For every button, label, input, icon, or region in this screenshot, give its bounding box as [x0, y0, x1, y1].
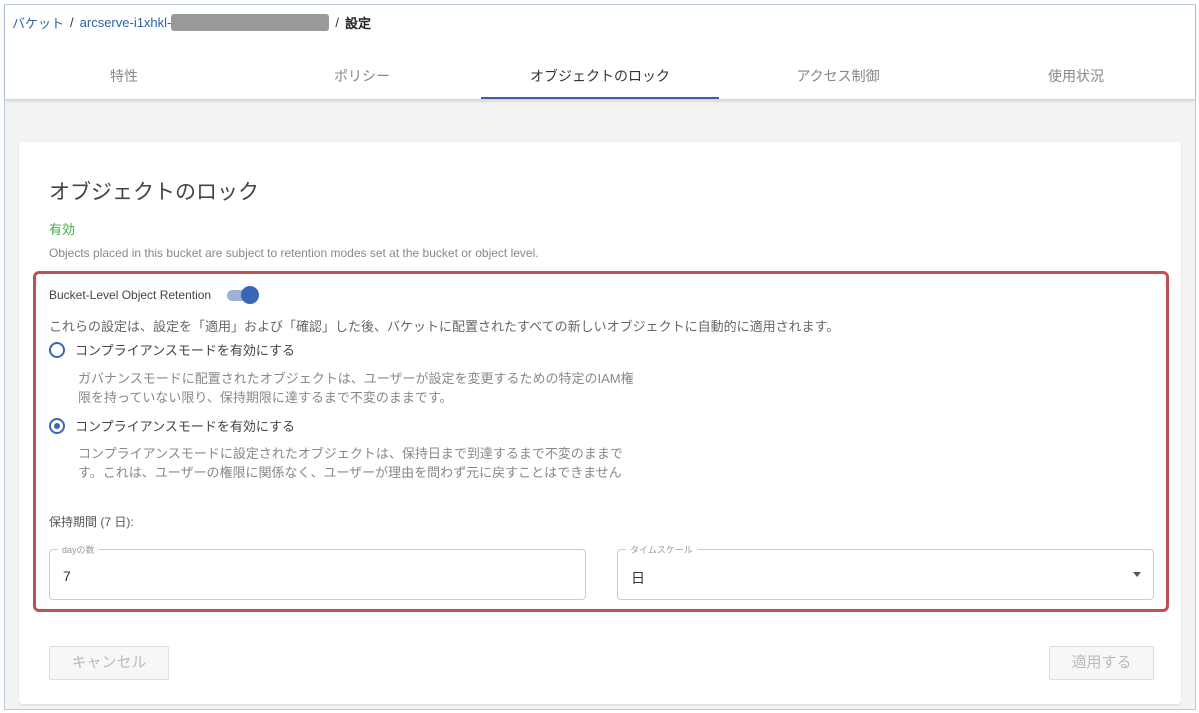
radio-label: コンプライアンスモードを有効にする	[75, 343, 295, 358]
breadcrumb-bucket-link[interactable]: arcserve-i1xhkl-	[80, 15, 172, 30]
tab-bar: 特性 ポリシー オブジェクトのロック アクセス制御 使用状況	[5, 59, 1195, 99]
redacted-bucket-name	[171, 14, 330, 31]
breadcrumb: バケット / arcserve-i1xhkl- / 設定	[12, 13, 371, 32]
page-title: オブジェクトのロック	[49, 181, 259, 204]
governance-mode-radio[interactable]: コンプライアンスモードを有効にする	[49, 340, 295, 359]
retention-label: Bucket-Level Object Retention	[49, 288, 212, 302]
tab-usage[interactable]: 使用状況	[957, 59, 1195, 99]
compliance-description: コンプライアンスモードに設定されたオブジェクトは、保持日まで到達するまで不変のま…	[78, 446, 623, 480]
retention-row: Bucket-Level Object Retention	[49, 286, 260, 304]
app-window: バケット / arcserve-i1xhkl- / 設定 特性 ポリシー オブジ…	[4, 4, 1196, 710]
cancel-button[interactable]: キャンセル	[49, 646, 169, 680]
tab-policy[interactable]: ポリシー	[243, 59, 481, 99]
timescale-value: 日	[631, 570, 645, 586]
breadcrumb-separator: /	[70, 15, 74, 30]
radio-unchecked-icon[interactable]	[49, 341, 65, 358]
settings-note: これらの設定は、設定を「適用」および「確認」した後、バケットに配置されたすべての…	[49, 319, 840, 334]
retention-period-label: 保持期間 (7 日):	[49, 515, 134, 529]
tab-properties[interactable]: 特性	[5, 59, 243, 99]
compliance-mode-radio[interactable]: コンプライアンスモードを有効にする	[49, 416, 295, 435]
apply-button[interactable]: 適用する	[1049, 646, 1154, 680]
days-input[interactable]: dayの数 7	[49, 543, 586, 600]
timescale-select[interactable]: タイムスケール 日	[617, 543, 1154, 600]
days-input-value[interactable]: 7	[63, 568, 71, 584]
tab-object-lock[interactable]: オブジェクトのロック	[481, 59, 719, 99]
chevron-down-icon[interactable]	[1133, 572, 1141, 577]
object-lock-card: オブジェクトのロック 有効 Objects placed in this buc…	[19, 142, 1181, 704]
radio-label: コンプライアンスモードを有効にする	[75, 419, 295, 434]
breadcrumb-current: 設定	[345, 16, 372, 31]
retention-settings-highlight: Bucket-Level Object Retention これらの設定は、設定…	[33, 271, 1169, 612]
governance-description: ガバナンスモードに配置されたオブジェクトは、ユーザーが設定を変更するための特定の…	[78, 371, 634, 405]
days-input-label: dayの数	[58, 543, 99, 556]
status-badge: 有効	[49, 222, 76, 237]
tab-access-control[interactable]: アクセス制御	[719, 59, 957, 99]
description: Objects placed in this bucket are subjec…	[49, 246, 539, 260]
breadcrumb-buckets-link[interactable]: バケット	[12, 13, 64, 32]
retention-toggle[interactable]	[225, 286, 260, 304]
timescale-label: タイムスケール	[626, 543, 697, 556]
breadcrumb-separator: /	[335, 15, 340, 30]
radio-checked-icon[interactable]	[49, 417, 65, 434]
header: バケット / arcserve-i1xhkl- / 設定 特性 ポリシー オブジ…	[5, 5, 1195, 99]
